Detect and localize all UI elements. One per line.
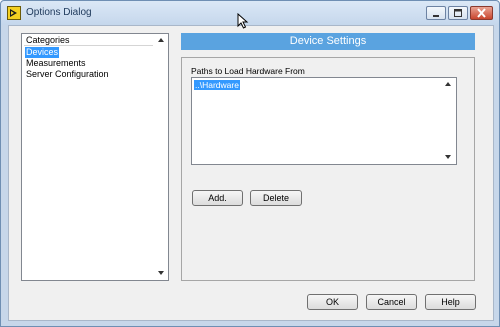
categories-list[interactable]: Categories Devices Measurements Server C… [21,33,169,281]
category-item-measurements[interactable]: Measurements [25,58,87,69]
minimize-icon [433,15,439,17]
maximize-button[interactable] [448,6,468,20]
cancel-button[interactable]: Cancel [366,294,417,310]
dialog-client-area: Categories Devices Measurements Server C… [8,25,494,321]
help-button[interactable]: Help [425,294,476,310]
delete-path-button[interactable]: Delete [250,190,302,206]
scroll-up-arrow-icon[interactable] [445,82,451,86]
paths-label: Paths to Load Hardware From [191,66,305,76]
categories-scrollbar[interactable] [155,35,168,279]
categories-header: Categories [24,35,153,46]
options-dialog-window: Options Dialog Categories Devices Measur… [0,0,500,327]
maximize-icon [454,9,462,17]
category-item-server-configuration[interactable]: Server Configuration [25,69,110,80]
device-settings-panel: Paths to Load Hardware From ..\Hardware … [181,57,475,281]
path-item[interactable]: ..\Hardware [194,80,240,90]
title-bar[interactable]: Options Dialog [1,1,499,25]
minimize-button[interactable] [426,6,446,20]
device-settings-header: Device Settings [181,33,475,50]
mouse-cursor-icon [237,13,249,29]
window-title: Options Dialog [26,7,92,18]
scroll-down-arrow-icon[interactable] [158,271,164,275]
hardware-paths-list[interactable]: ..\Hardware [191,77,457,165]
scroll-up-arrow-icon[interactable] [158,38,164,42]
paths-scrollbar[interactable] [442,79,455,163]
close-icon [477,8,486,18]
category-item-devices[interactable]: Devices [25,47,60,58]
scroll-down-arrow-icon[interactable] [445,155,451,159]
labview-app-icon [7,6,21,20]
close-button[interactable] [470,6,493,20]
add-path-button[interactable]: Add. [192,190,243,206]
ok-button[interactable]: OK [307,294,358,310]
